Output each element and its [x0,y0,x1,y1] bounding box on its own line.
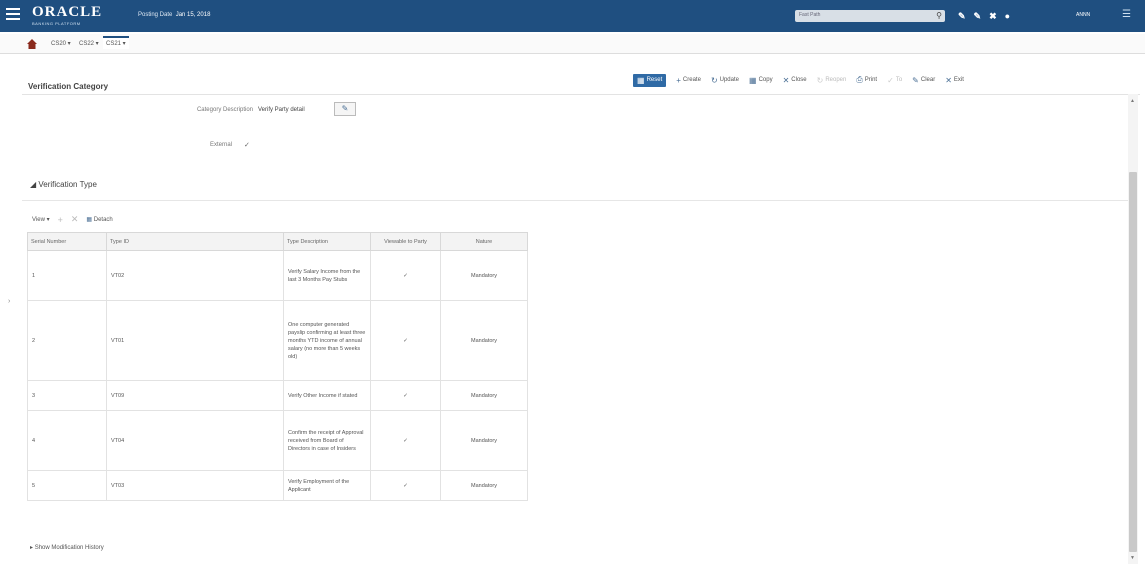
help-icon[interactable]: ● [1005,11,1010,21]
col-nature[interactable]: Nature [440,232,528,251]
clear-button[interactable]: ✎ Clear [912,76,935,85]
col-serial-number[interactable]: Serial Number [27,232,107,251]
col-type-description[interactable]: Type Description [283,232,371,251]
tab-strip: CS20 ▾ CS22 ▾ CS21 ▾ [0,34,1145,54]
cell-type-id: VT09 [106,380,284,411]
update-icon: ↻ [710,75,718,85]
copy-icon: ▦ [749,75,757,85]
print-button[interactable]: ⎙ Print [856,75,877,85]
reopen-button[interactable]: ↻ Reopen [817,76,847,85]
tab-cs21[interactable]: CS21 ▾ [103,36,129,49]
page-title: Verification Category [28,82,109,91]
hamburger-menu-icon[interactable] [6,8,20,20]
header-divider [22,94,1140,95]
reset-icon: ▦ [637,75,645,85]
table-row[interactable]: 3 VT09 Verify Other Income if stated ✓ M… [27,380,528,411]
cell-serial: 2 [27,300,107,381]
cell-description: One computer generated payslip confirmin… [283,300,371,381]
cell-description: Verify Salary Income from the last 3 Mon… [283,250,371,301]
viewable-check-icon: ✓ [370,410,441,471]
close-icon: ✕ [782,75,790,85]
menu-icon[interactable]: ☰ [1122,9,1131,20]
cell-nature: Mandatory [440,470,528,501]
search-icon[interactable]: ⚲ [936,11,942,20]
cell-serial: 4 [27,410,107,471]
cell-type-id: VT02 [106,250,284,301]
cell-nature: Mandatory [440,380,528,411]
tool-icon[interactable]: ✎ [958,11,966,22]
reopen-icon: ↻ [816,75,824,85]
external-check-icon: ✓ [244,142,250,149]
cell-description: Verify Employment of the Applicant [283,470,371,501]
col-type-id[interactable]: Type ID [106,232,284,251]
exit-button[interactable]: ✕ Exit [945,76,964,85]
reset-button[interactable]: ▦ Reset [633,73,667,87]
delete-row-icon[interactable]: ✕ [71,214,79,225]
table-row[interactable]: 2 VT01 One computer generated payslip co… [27,300,528,381]
cell-description: Verify Other Income if stated [283,380,371,411]
table-row[interactable]: 5 VT03 Verify Employment of the Applican… [27,470,528,501]
edit-description-button[interactable]: ✎ [334,102,356,116]
add-row-icon[interactable]: + [58,215,63,225]
cell-type-id: VT03 [106,470,284,501]
category-description-label: Category Description [196,107,253,113]
scrollbar-thumb[interactable] [1129,172,1137,552]
table-toolbar: View ▾ + ✕ ▦ Detach [32,214,113,225]
top-bar: ORACLE BANKING PLATFORM Posting Date Jan… [0,0,1145,32]
external-label: External [209,142,232,148]
cell-description: Confirm the receipt of Approval received… [283,410,371,471]
verification-type-table: Serial Number Type ID Type Description V… [27,232,528,501]
exit-icon: ✕ [945,75,952,85]
viewable-check-icon: ✓ [370,380,441,411]
user-menu[interactable]: ANNN [1076,12,1090,18]
clear-icon: ✎ [912,75,919,85]
viewable-check-icon: ✓ [370,470,441,501]
tab-cs20[interactable]: CS20 ▾ [48,38,74,49]
copy-button[interactable]: ▦ Copy [749,76,773,85]
to-button[interactable]: ✓ To [887,76,902,85]
side-panel-toggle-icon[interactable]: › [8,298,10,305]
edit-icon: ✎ [341,104,349,113]
cell-serial: 1 [27,250,107,301]
scroll-up-icon[interactable]: ▲ [1130,98,1135,104]
oracle-logo: ORACLE BANKING PLATFORM [32,4,103,27]
posting-date: Posting Date Jan 15, 2018 [138,12,211,18]
home-icon[interactable] [27,39,37,49]
table-row[interactable]: 4 VT04 Confirm the receipt of Approval r… [27,410,528,471]
print-icon: ⎙ [856,75,863,84]
cell-nature: Mandatory [440,250,528,301]
section-divider [22,200,1130,201]
section-verification-type[interactable]: ◢ Verification Type [30,180,97,189]
tool-icon[interactable]: ✎ [974,11,982,22]
table-header-row: Serial Number Type ID Type Description V… [27,232,528,251]
scroll-down-icon[interactable]: ▼ [1130,555,1135,561]
cell-type-id: VT04 [106,410,284,471]
cell-nature: Mandatory [440,300,528,381]
tab-cs22[interactable]: CS22 ▾ [76,38,102,49]
col-viewable-to-party[interactable]: Viewable to Party [370,232,441,251]
cell-nature: Mandatory [440,410,528,471]
update-button[interactable]: ↻ Update [711,76,739,85]
cell-serial: 5 [27,470,107,501]
cell-serial: 3 [27,380,107,411]
table-row[interactable]: 1 VT02 Verify Salary Income from the las… [27,250,528,301]
cell-type-id: VT01 [106,300,284,381]
viewable-check-icon: ✓ [370,300,441,381]
header-icons: ✎ ✎ ✖ ● [958,7,1010,25]
show-modification-history[interactable]: ▸ Show Modification History [30,544,104,551]
check-icon: ✓ [887,75,894,85]
close-icon[interactable]: ✖ [989,11,997,22]
category-description-value: Verify Party detail [258,107,305,113]
fast-path-input[interactable]: Fast Path ⚲ [795,10,945,22]
plus-icon: + [676,75,681,85]
create-button[interactable]: + Create [676,76,701,85]
view-menu[interactable]: View ▾ [32,216,50,223]
close-button[interactable]: ✕ Close [783,76,807,85]
action-toolbar: ▦ Reset + Create ↻ Update ▦ Copy ✕ Close ↻ Reo… [633,72,964,88]
detach-icon: ▦ [86,217,93,223]
detach-button[interactable]: ▦ Detach [86,216,112,223]
viewable-check-icon: ✓ [370,250,441,301]
